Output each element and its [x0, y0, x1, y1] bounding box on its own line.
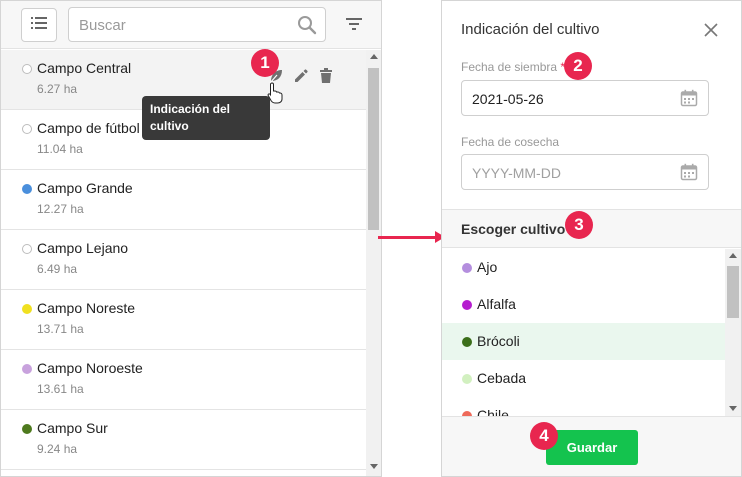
crop-item-cebada[interactable]: Cebada	[442, 360, 725, 397]
crop-item-brocoli[interactable]: Brócoli	[442, 323, 725, 360]
field-area: 6.49 ha	[37, 262, 78, 276]
crop-color-dot	[462, 337, 472, 347]
sowing-date-label-text: Fecha de siembra	[461, 60, 558, 74]
save-button[interactable]: Guardar	[546, 430, 638, 465]
crop-color-dot	[462, 263, 472, 273]
sowing-date-label: Fecha de siembra *	[461, 60, 565, 74]
list-view-button[interactable]	[21, 8, 57, 42]
scrollbar-thumb[interactable]	[368, 68, 379, 230]
crop-list: Ajo Alfalfa Brócoli Cebada Chile	[442, 249, 725, 416]
crop-color-dot	[462, 374, 472, 384]
scroll-up-icon[interactable]	[729, 253, 737, 258]
harvest-date-placeholder: YYYY-MM-DD	[472, 165, 561, 181]
field-area: 6.27 ha	[37, 82, 78, 96]
sowing-date-value: 2021-05-26	[472, 91, 544, 107]
crop-name: Chile	[477, 407, 509, 416]
crop-name: Brócoli	[477, 333, 520, 349]
search-input[interactable]	[79, 14, 289, 36]
field-area: 11.04 ha	[37, 142, 83, 156]
field-name: Campo Grande	[37, 180, 133, 196]
field-list-panel: Campo Central 6.27 ha Campo de fútbol 11	[0, 0, 382, 477]
calendar-icon[interactable]	[680, 89, 698, 112]
field-name: Campo Sur	[37, 420, 108, 436]
trash-icon[interactable]	[319, 68, 333, 89]
connector-arrow-line	[378, 236, 436, 239]
crop-name: Alfalfa	[477, 296, 516, 312]
field-color-dot	[22, 364, 32, 374]
step-badge-1: 1	[251, 49, 279, 77]
tooltip-line: Indicación del	[150, 102, 231, 116]
search-icon[interactable]	[297, 15, 317, 40]
search-box	[68, 7, 326, 42]
field-color-dot	[22, 424, 32, 434]
list-icon	[31, 16, 47, 35]
tooltip-line: cultivo	[150, 119, 189, 133]
crop-item-chile[interactable]: Chile	[442, 397, 725, 416]
field-color-dot	[22, 244, 32, 254]
harvest-date-field[interactable]: YYYY-MM-DD	[461, 154, 709, 190]
panel-title: Indicación del cultivo	[461, 21, 600, 38]
step-badge-4: 4	[530, 422, 558, 450]
sowing-date-field[interactable]: 2021-05-26	[461, 80, 709, 116]
field-name: Campo Lejano	[37, 240, 129, 256]
field-area: 13.71 ha	[37, 322, 84, 336]
crop-item-ajo[interactable]: Ajo	[442, 249, 725, 286]
field-color-dot	[22, 64, 32, 74]
crop-name: Cebada	[477, 370, 527, 386]
crop-list-scrollbar[interactable]	[725, 249, 741, 416]
scroll-down-icon[interactable]	[729, 406, 737, 411]
scrollbar-thumb[interactable]	[727, 266, 739, 318]
field-color-dot	[22, 304, 32, 314]
field-row-campo-lejano[interactable]: Campo Lejano 6.49 ha	[1, 230, 366, 290]
crop-indication-tooltip: Indicación del cultivo	[142, 96, 270, 140]
crop-indication-panel: Indicación del cultivo Fecha de siembra …	[441, 0, 742, 477]
field-row-campo-grande[interactable]: Campo Grande 12.27 ha	[1, 170, 366, 230]
step-badge-3: 3	[565, 211, 593, 239]
field-row-campo-noreste[interactable]: Campo Noreste 13.71 ha	[1, 290, 366, 350]
field-color-dot	[22, 124, 32, 134]
field-row-campo-sur[interactable]: Campo Sur 9.24 ha	[1, 410, 366, 470]
close-icon[interactable]	[704, 23, 718, 42]
scroll-up-icon[interactable]	[370, 54, 378, 59]
field-name: Campo Noreste	[37, 300, 136, 316]
crop-item-alfalfa[interactable]: Alfalfa	[442, 286, 725, 323]
filter-icon[interactable]	[345, 17, 363, 36]
step-badge-2: 2	[564, 52, 592, 80]
scroll-down-icon[interactable]	[370, 464, 378, 469]
crop-name: Ajo	[477, 259, 498, 275]
panel-footer: Guardar	[442, 416, 741, 476]
crop-color-dot	[462, 300, 472, 310]
choose-crop-title: Escoger cultivo	[461, 221, 566, 237]
field-name: Campo Noroeste	[37, 360, 143, 376]
field-area: 9.24 ha	[37, 442, 78, 456]
edit-icon[interactable]	[293, 68, 309, 89]
field-list-header	[1, 1, 381, 49]
field-name: Campo Central	[37, 60, 132, 76]
field-color-dot	[22, 184, 32, 194]
field-area: 12.27 ha	[37, 202, 84, 216]
field-name: Campo de fútbol	[37, 120, 140, 136]
field-list-scrollbar[interactable]	[366, 50, 381, 476]
harvest-date-label: Fecha de cosecha	[461, 135, 560, 149]
field-row-campo-noroeste[interactable]: Campo Noroeste 13.61 ha	[1, 350, 366, 410]
calendar-icon[interactable]	[680, 163, 698, 186]
field-area: 13.61 ha	[37, 382, 84, 396]
